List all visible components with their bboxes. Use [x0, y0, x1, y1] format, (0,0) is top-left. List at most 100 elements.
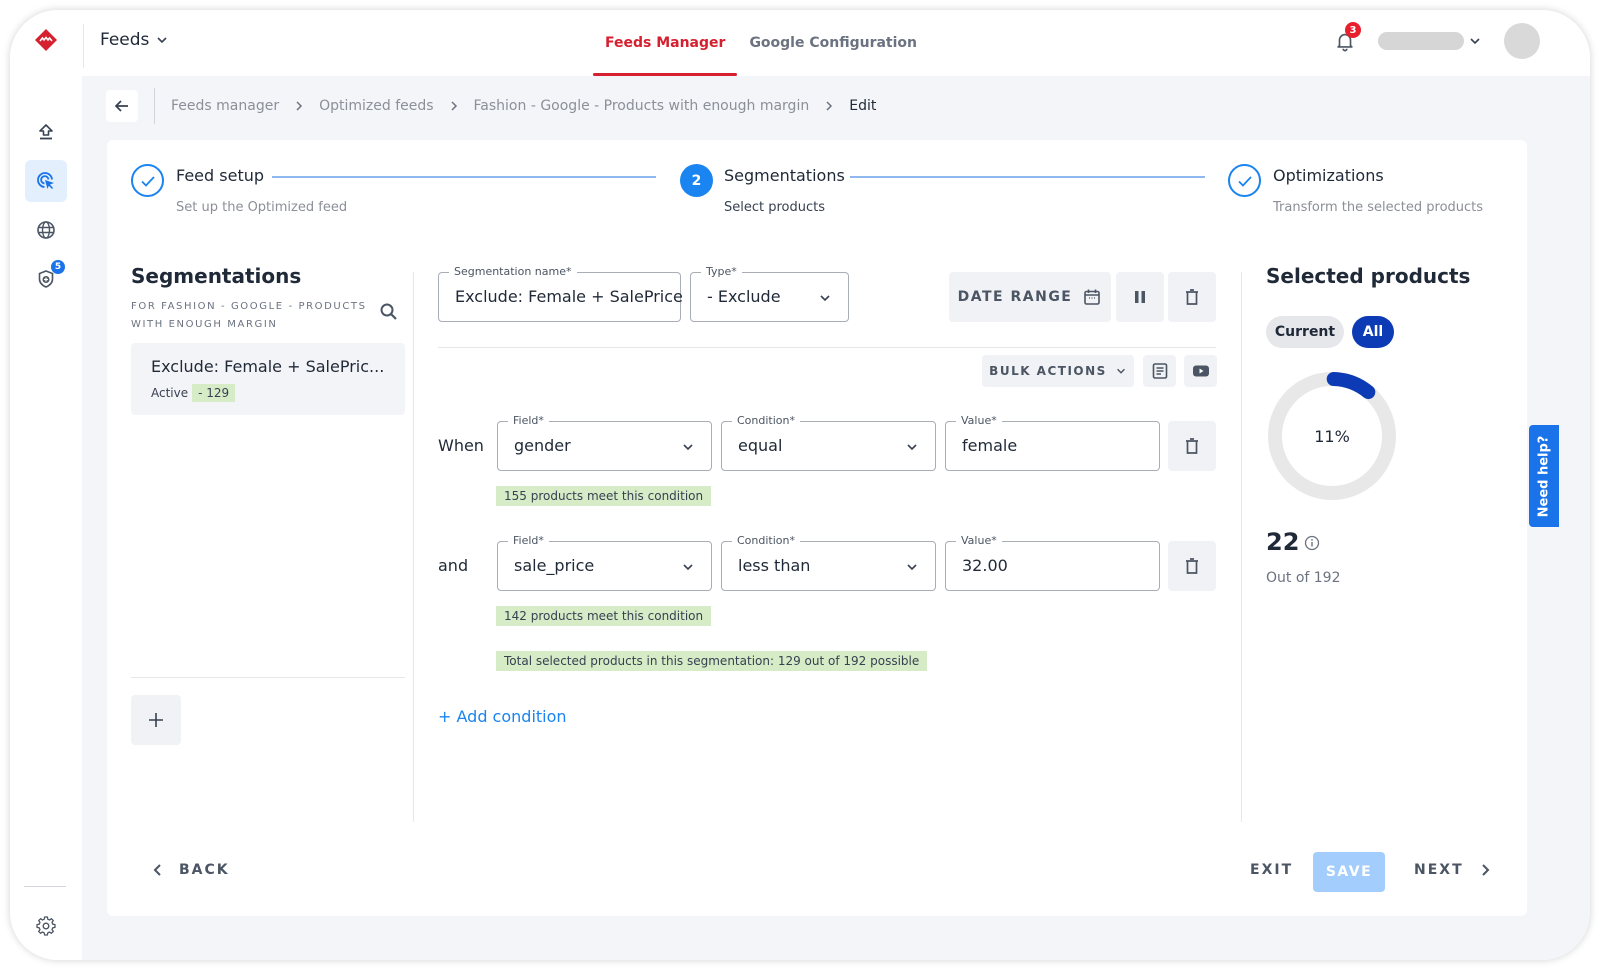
panel-divider	[413, 272, 414, 822]
breadcrumb-divider	[154, 88, 155, 124]
add-segmentation-button[interactable]	[131, 695, 181, 745]
delete-condition-button[interactable]	[1168, 541, 1216, 591]
value-label: Value*	[956, 414, 1002, 428]
back-label: BACK	[179, 862, 230, 878]
selected-count: 22	[1266, 528, 1300, 556]
rail-item-shield[interactable]: 5	[25, 258, 67, 300]
step-3-check-icon[interactable]	[1228, 164, 1261, 197]
breadcrumb-feed[interactable]: Fashion - Google - Products with enough …	[474, 98, 810, 114]
breadcrumb-optimized-feeds[interactable]: Optimized feeds	[319, 98, 433, 114]
upload-icon	[39, 124, 53, 140]
condition-match-count: 155 products meet this condition	[496, 486, 712, 506]
condition-operator-select[interactable]: Condition* less than	[721, 534, 936, 591]
rail-item-globe[interactable]	[25, 209, 67, 251]
chevron-down-icon	[683, 444, 693, 451]
notes-button[interactable]	[1143, 355, 1176, 387]
step-connector	[272, 176, 656, 178]
app-switcher[interactable]: Feeds	[100, 30, 169, 50]
back-button[interactable]: BACK	[151, 862, 230, 878]
step-connector	[850, 176, 1205, 178]
segmentation-item-name: Exclude: Female + SalePric...	[151, 357, 385, 376]
play-video-icon	[1192, 365, 1209, 377]
panel-divider	[1241, 272, 1242, 822]
selected-out-of: Out of 192	[1266, 570, 1341, 586]
condition-field-select[interactable]: Field* gender	[497, 414, 712, 471]
pause-button[interactable]	[1116, 272, 1164, 322]
condition-value-input[interactable]: Value* female	[945, 414, 1160, 471]
date-range-button[interactable]: DATE RANGE	[949, 272, 1111, 322]
rail-item-settings[interactable]	[25, 905, 67, 947]
need-help-label: Need help?	[1536, 435, 1552, 517]
add-condition-link[interactable]: + Add condition	[438, 707, 567, 726]
target-cursor-icon	[37, 172, 54, 189]
delete-condition-button[interactable]	[1168, 421, 1216, 471]
segmentation-status: Active	[151, 386, 189, 400]
left-panel-divider	[131, 677, 405, 678]
segmentation-count-badge: - 129	[192, 384, 236, 402]
chevron-right-icon	[826, 101, 833, 111]
step-1-title: Feed setup	[176, 166, 265, 185]
back-arrow-button[interactable]	[106, 90, 138, 122]
field-value: gender	[514, 436, 571, 455]
calendar-icon	[1084, 289, 1101, 305]
chevron-down-icon[interactable]	[1468, 34, 1482, 48]
toggle-all[interactable]: All	[1352, 316, 1394, 348]
exit-button[interactable]: EXIT	[1250, 862, 1293, 878]
condition-label: Condition*	[732, 534, 800, 548]
field-label: Field*	[508, 414, 549, 428]
chevron-right-icon	[296, 101, 303, 111]
rail-item-targeting[interactable]	[25, 160, 67, 202]
condition-value-input[interactable]: Value* 32.00	[945, 534, 1160, 591]
save-button[interactable]: SAVE	[1313, 852, 1385, 892]
selected-products-title: Selected products	[1266, 264, 1471, 288]
value-label: Value*	[956, 534, 1002, 548]
bulk-actions-button[interactable]: BULK ACTIONS	[982, 355, 1134, 387]
video-tutorial-button[interactable]	[1184, 355, 1217, 387]
chevron-down-icon	[820, 295, 830, 302]
segmentation-name-input[interactable]: Segmentation name* Exclude: Female + Sal…	[438, 265, 683, 322]
type-select[interactable]: Type* - Exclude	[690, 265, 849, 322]
breadcrumb-current: Edit	[849, 98, 877, 114]
tab-feeds-manager[interactable]: Feeds Manager	[593, 10, 738, 76]
condition-field-select[interactable]: Field* sale_price	[497, 534, 712, 591]
donut-percent-label: 11%	[1314, 427, 1350, 446]
user-name-placeholder[interactable]	[1378, 32, 1464, 50]
trash-icon	[1186, 438, 1198, 454]
trash-icon	[1186, 558, 1198, 574]
need-help-button[interactable]: Need help?	[1529, 425, 1559, 527]
toggle-current[interactable]: Current	[1266, 316, 1344, 348]
segmentation-name-label: Segmentation name*	[449, 265, 577, 279]
donut-progress-arc	[1326, 372, 1376, 400]
step-1-check-icon[interactable]	[131, 164, 164, 197]
condition-value: less than	[738, 556, 811, 575]
next-label: NEXT	[1414, 862, 1464, 878]
breadcrumb-feeds-manager[interactable]: Feeds manager	[171, 98, 279, 114]
bulk-actions-label: BULK ACTIONS	[989, 364, 1107, 378]
arrow-left-icon	[114, 100, 128, 112]
step-1-subtitle: Set up the Optimized feed	[176, 200, 348, 215]
tab-google-configuration[interactable]: Google Configuration	[737, 10, 929, 76]
condition-operator-select[interactable]: Condition* equal	[721, 414, 936, 471]
segmentations-subtitle: FOR FASHION - GOOGLE - PRODUCTS WITH ENO…	[131, 301, 367, 330]
condition-value: equal	[738, 436, 783, 455]
chevron-down-icon	[907, 564, 917, 571]
document-icon	[1152, 363, 1167, 379]
delete-segmentation-button[interactable]	[1168, 272, 1216, 322]
step-3-title: Optimizations	[1273, 166, 1384, 185]
gear-icon	[36, 916, 56, 936]
plus-icon	[149, 713, 163, 727]
date-range-label: DATE RANGE	[957, 289, 1073, 305]
brand-logo-icon[interactable]	[34, 28, 58, 52]
segmentation-list-item[interactable]: Exclude: Female + SalePric... Active - 1…	[131, 343, 405, 415]
avatar[interactable]	[1504, 23, 1540, 59]
info-icon[interactable]	[1304, 535, 1320, 551]
next-button[interactable]: NEXT	[1414, 862, 1492, 878]
chevron-down-icon	[907, 444, 917, 451]
rail-item-upload[interactable]	[25, 111, 67, 153]
search-icon[interactable]	[379, 302, 399, 322]
step-3-subtitle: Transform the selected products	[1273, 200, 1484, 215]
segmentation-total: Total selected products in this segmenta…	[496, 651, 928, 671]
breadcrumb: Feeds manager Optimized feeds Fashion - …	[106, 88, 877, 124]
main-nav: Feeds Manager Google Configuration	[593, 10, 929, 76]
step-2-number[interactable]: 2	[680, 164, 713, 197]
